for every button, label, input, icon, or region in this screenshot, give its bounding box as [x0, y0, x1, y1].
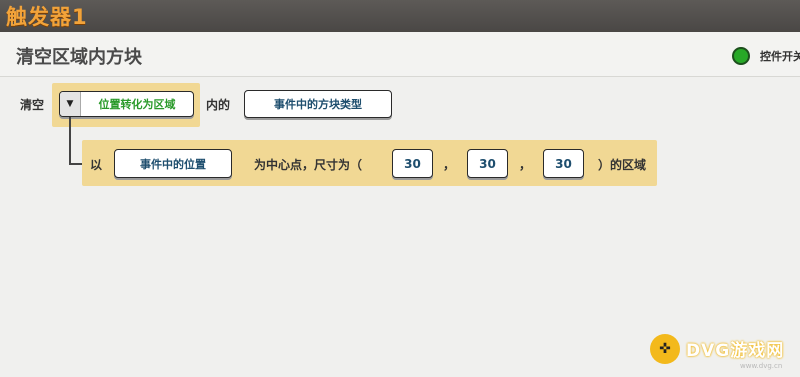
title-bar: 触发器1	[0, 0, 800, 32]
control-switch-label: 控件开关	[760, 50, 800, 63]
row1-middle-text: 内的	[206, 98, 231, 112]
watermark-brand: DVG游戏网	[686, 341, 785, 361]
page-title: 清空区域内方块	[16, 47, 142, 68]
row2-center-text: 为中心点，尺寸为（	[254, 158, 363, 172]
control-switch-toggle[interactable]	[732, 47, 750, 65]
separator-2: ，	[519, 158, 532, 172]
row2-suffix-text: ）的区域	[598, 158, 647, 172]
row1-prefix-text: 清空	[20, 98, 45, 112]
gamepad-icon: ✜	[650, 334, 680, 364]
dropdown-arrow-icon[interactable]: ▼	[60, 92, 81, 116]
separator-1: ，	[443, 158, 456, 172]
watermark-url: www.dvg.cn	[740, 362, 783, 370]
row2-prefix-text: 以	[90, 158, 103, 172]
size-x-input[interactable]: 30	[392, 149, 433, 178]
dropdown-label: 位置转化为区域	[98, 98, 176, 111]
window-title: 触发器1	[6, 5, 88, 29]
position-to-area-dropdown[interactable]: ▼ 位置转化为区域	[59, 91, 194, 117]
event-position-button[interactable]: 事件中的位置	[114, 149, 232, 178]
size-y-input[interactable]: 30	[467, 149, 508, 178]
size-z-input[interactable]: 30	[543, 149, 584, 178]
block-type-button[interactable]: 事件中的方块类型	[244, 90, 392, 118]
